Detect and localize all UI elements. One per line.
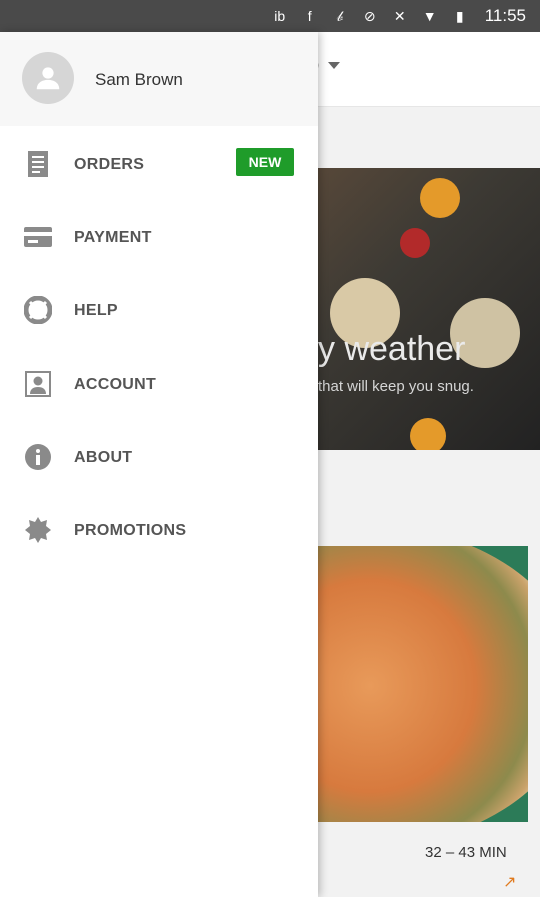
help-lifebuoy-icon	[22, 294, 54, 326]
drawer-header: Sam Brown	[0, 32, 318, 126]
user-name[interactable]: Sam Brown	[95, 70, 183, 90]
menu-item-label: PAYMENT	[74, 229, 152, 246]
menu-item-label: ABOUT	[74, 449, 133, 466]
avatar-icon[interactable]	[22, 52, 74, 104]
facebook-icon: f	[307, 8, 312, 24]
hero-title: y weather	[318, 330, 466, 368]
status-time: 11:55	[484, 6, 526, 25]
wifi-icon: ▼	[422, 8, 437, 24]
new-badge-button[interactable]: NEW	[236, 148, 294, 176]
menu-item-label: ACCOUNT	[74, 376, 157, 393]
b-icon: 𝒷	[336, 7, 343, 24]
menu-item-label: HELP	[74, 302, 118, 319]
menu-item-help[interactable]: HELP	[0, 280, 318, 338]
arrow-icon[interactable]: ↗	[503, 872, 516, 892]
chevron-down-icon[interactable]	[328, 62, 340, 69]
status-bar: ib f 𝒷 ⊘ ✕ ▼ ▮ 11:55	[0, 0, 540, 32]
delivery-eta: 32 – 43 MIN	[425, 844, 507, 861]
orders-icon	[22, 148, 54, 180]
blocked-icon: ⊘	[363, 7, 376, 24]
hero-subtitle: that will keep you snug.	[318, 378, 474, 395]
account-icon	[22, 368, 54, 400]
info-icon	[22, 441, 54, 473]
menu-item-label: ORDERS	[74, 156, 145, 173]
menu-item-about[interactable]: ABOUT	[0, 427, 318, 485]
ib-icon: ib	[274, 8, 286, 24]
battery-icon: ▮	[455, 7, 464, 24]
payment-card-icon	[22, 221, 54, 253]
signal-off-icon: ✕	[393, 7, 406, 24]
menu-item-promotions[interactable]: PROMOTIONS	[0, 500, 318, 558]
menu-item-payment[interactable]: PAYMENT	[0, 207, 318, 265]
menu-item-label: PROMOTIONS	[74, 522, 187, 539]
menu-item-account[interactable]: ACCOUNT	[0, 354, 318, 412]
promotions-badge-icon	[22, 514, 54, 546]
navigation-drawer: Sam Brown ORDERS NEW PAYMENT HELP ACCOUN…	[0, 32, 318, 897]
